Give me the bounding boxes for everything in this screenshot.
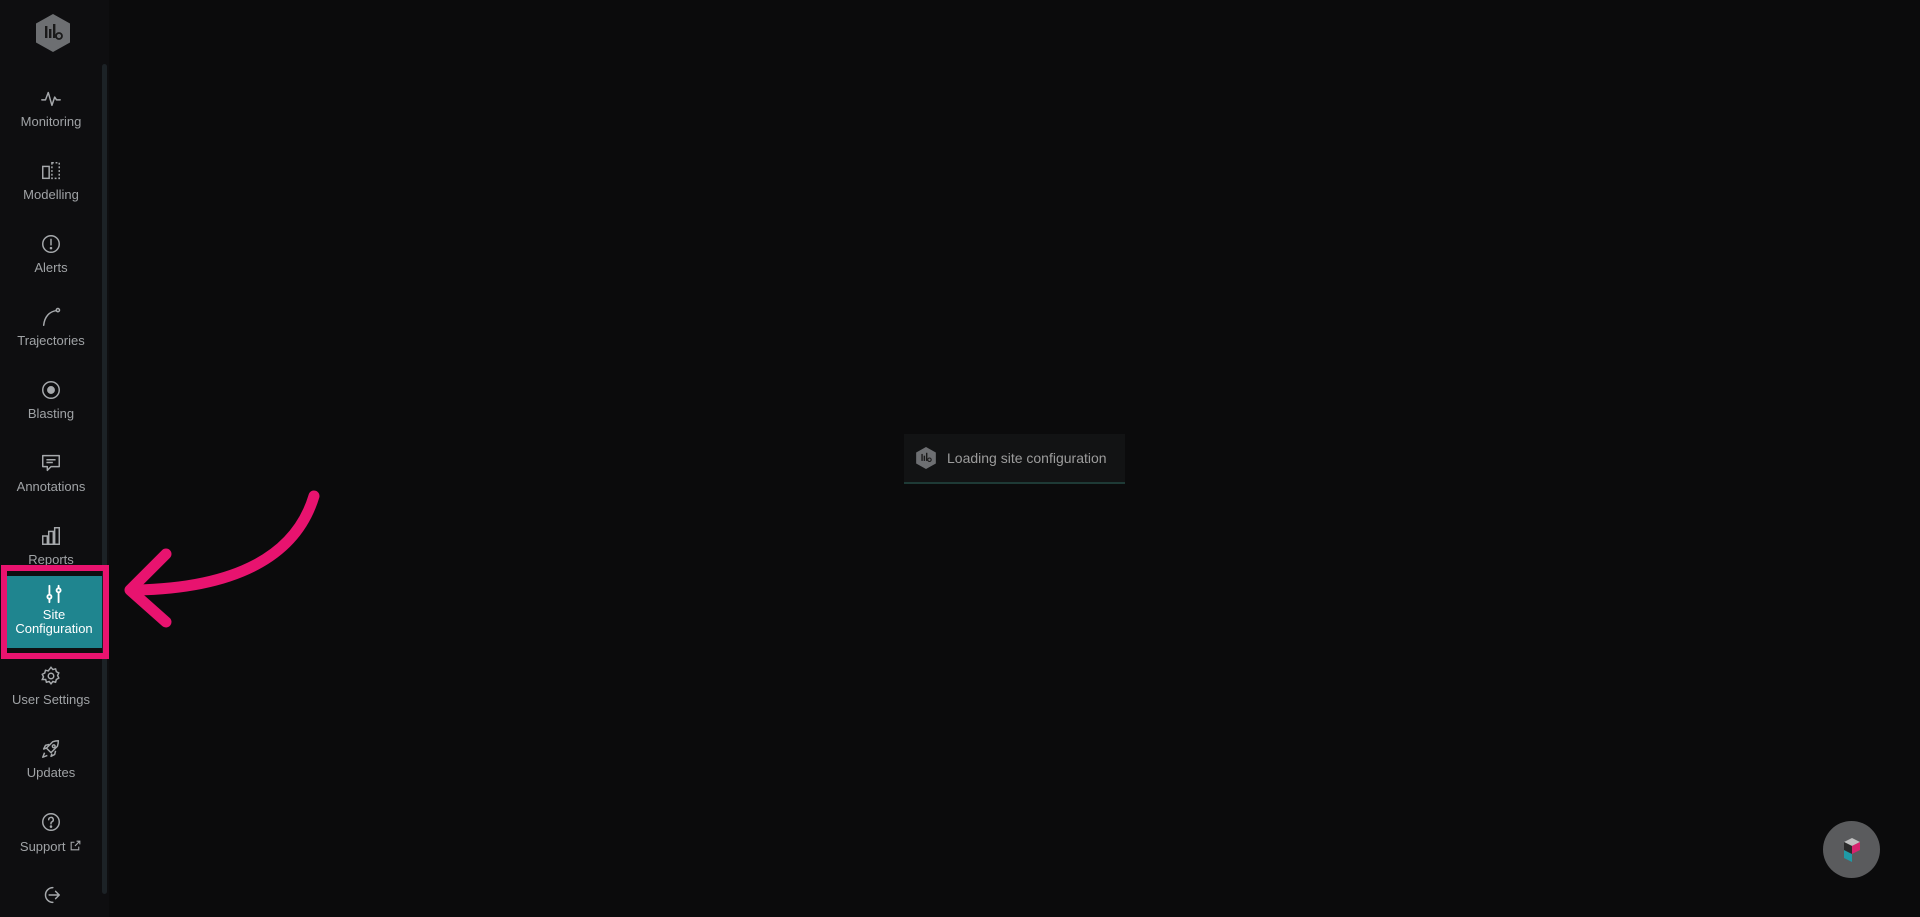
sidebar-item-label: Trajectories bbox=[17, 333, 85, 348]
bar-chart-icon bbox=[39, 524, 63, 548]
gear-icon bbox=[39, 664, 63, 688]
rocket-icon bbox=[39, 737, 63, 761]
sidebar-item-trajectories[interactable]: Trajectories bbox=[0, 293, 102, 359]
sidebar-item-monitoring[interactable]: Monitoring bbox=[0, 74, 102, 140]
sidebar-item-alerts[interactable]: Alerts bbox=[0, 220, 102, 286]
app-logo-icon[interactable] bbox=[34, 13, 72, 53]
loading-text: Loading site configuration bbox=[947, 450, 1107, 466]
sidebar-item-label: Monitoring bbox=[20, 114, 82, 129]
external-link-icon bbox=[70, 840, 81, 851]
highlight-box bbox=[1, 565, 109, 659]
target-icon bbox=[39, 378, 63, 402]
loading-indicator: Loading site configuration bbox=[904, 434, 1125, 484]
sidebar-item-label: Modelling bbox=[23, 187, 79, 202]
sidebar-item-label: Updates bbox=[26, 765, 76, 780]
trajectory-curve-icon bbox=[39, 305, 63, 329]
sidebar-item-label: User Settings bbox=[11, 692, 91, 707]
modelling-icon bbox=[39, 159, 63, 183]
alert-circle-icon bbox=[39, 232, 63, 256]
message-icon bbox=[39, 451, 63, 475]
logout-icon bbox=[39, 883, 63, 907]
pulse-icon bbox=[39, 86, 63, 110]
sidebar-item-support[interactable]: Support bbox=[0, 804, 102, 870]
sidebar-item-user-settings[interactable]: User Settings bbox=[0, 658, 102, 724]
pointer-arrow-icon bbox=[124, 490, 320, 628]
sidebar: Monitoring Modelling Alerts Trajectories… bbox=[0, 0, 109, 917]
chat-help-button[interactable] bbox=[1823, 821, 1880, 878]
sidebar-item-label: Annotations bbox=[16, 479, 86, 494]
sidebar-item-logout[interactable] bbox=[0, 877, 102, 917]
sidebar-item-label: Blasting bbox=[27, 406, 75, 421]
sidebar-item-label: Alerts bbox=[34, 260, 68, 275]
sidebar-item-label: Support bbox=[20, 839, 82, 854]
sidebar-scrollbar[interactable] bbox=[102, 64, 107, 894]
sidebar-item-annotations[interactable]: Annotations bbox=[0, 439, 102, 505]
sidebar-item-blasting[interactable]: Blasting bbox=[0, 366, 102, 432]
sidebar-item-updates[interactable]: Updates bbox=[0, 731, 102, 797]
hexagon-logo-icon bbox=[916, 447, 936, 469]
chat-help-icon bbox=[1843, 837, 1860, 862]
help-circle-icon bbox=[39, 810, 63, 834]
sidebar-item-modelling[interactable]: Modelling bbox=[0, 147, 102, 213]
support-label: Support bbox=[19, 839, 66, 854]
